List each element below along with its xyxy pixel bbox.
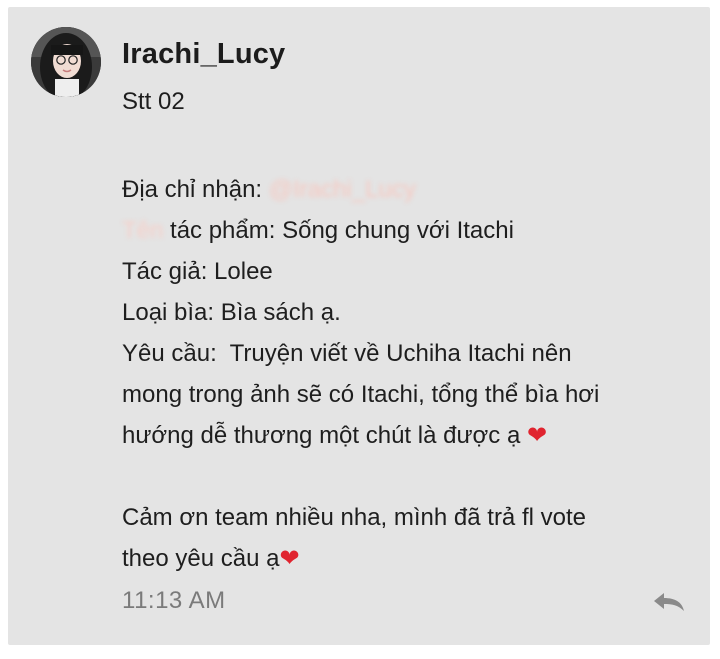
line-text: tác phẩm: Sống chung với Itachi: [163, 217, 514, 244]
avatar-photo: [31, 27, 101, 97]
reply-arrow-icon: [654, 593, 684, 611]
message-line: hướng dễ thương một chút là được ạ ❤: [122, 415, 702, 456]
message-line: Tác giả: Lolee: [122, 258, 273, 285]
heart-emoji-icon: ❤: [279, 544, 300, 572]
avatar[interactable]: [31, 27, 101, 97]
message-line: theo yêu cầu ạ❤: [122, 538, 702, 579]
redacted-text: Tên: [122, 217, 164, 244]
heart-emoji-icon: ❤: [526, 421, 548, 449]
message-body: Địa chỉ nhận: @Irachi_Lucy Tên tác phẩm:…: [122, 169, 702, 579]
message-timestamp: 11:13 AM: [122, 587, 226, 614]
message-subtitle: Stt 02: [122, 88, 185, 115]
message-line: Tên tác phẩm: Sống chung với Itachi: [122, 210, 702, 251]
address-label: Địa chỉ nhận:: [122, 176, 269, 203]
reply-button[interactable]: [650, 587, 690, 617]
message-line: mong trong ảnh sẽ có Itachi, tổng thể bì…: [122, 381, 600, 408]
message-line: Địa chỉ nhận: @Irachi_Lucy: [122, 169, 702, 210]
message-line: Cảm ơn team nhiều nha, mình đã trả fl vo…: [122, 504, 586, 531]
line-text: hướng dễ thương một chút là được ạ: [122, 422, 527, 449]
message-line: Loại bìa: Bìa sách ạ.: [122, 299, 341, 326]
line-text: theo yêu cầu ạ: [122, 545, 280, 572]
message-line: Yêu cầu: Truyện viết về Uchiha Itachi nê…: [122, 340, 572, 367]
message-card: Irachi_Lucy Stt 02 Địa chỉ nhận: @Irachi…: [8, 7, 710, 645]
mention-link[interactable]: @Irachi_Lucy: [269, 176, 416, 203]
author-name[interactable]: Irachi_Lucy: [122, 38, 285, 71]
